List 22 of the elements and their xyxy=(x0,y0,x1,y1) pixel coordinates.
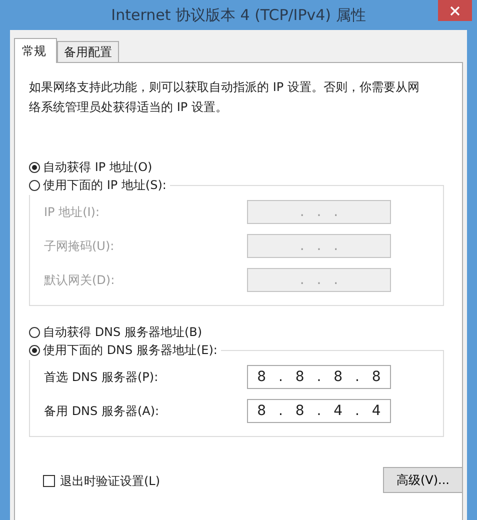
radio-button[interactable] xyxy=(29,344,40,356)
radio-button[interactable] xyxy=(29,180,40,190)
advanced-button[interactable]: 高级(V)... xyxy=(383,467,463,493)
ip-address-field[interactable]: 8 . 8 . 8 . 8 xyxy=(247,365,391,389)
close-icon xyxy=(450,6,460,16)
tab[interactable]: 常规 xyxy=(14,38,57,63)
field-label: 备用 DNS 服务器(A): xyxy=(44,402,160,420)
radio-option[interactable]: 自动获得 IP 地址(O) xyxy=(29,157,152,177)
field-label: 默认网关(D): xyxy=(44,272,115,288)
window-title: Internet 协议版本 4 (TCP/IPv4) 属性 xyxy=(111,6,366,24)
checkbox[interactable] xyxy=(43,475,55,487)
field-label: 子网掩码(U): xyxy=(44,238,114,254)
description-text: 如果网络支持此功能，则可以获取自动指派的 IP 设置。否则，你需要从网络系统管理员处获得适当的 IP 设置。 xyxy=(29,79,420,116)
ip-address-field[interactable]: 8 . 8 . 4 . 4 xyxy=(247,399,391,423)
radio-button[interactable] xyxy=(29,162,40,172)
tab[interactable]: 备用配置 xyxy=(57,41,119,62)
checkbox-option[interactable]: 退出时验证设置(L) xyxy=(43,471,160,491)
close-button[interactable] xyxy=(438,0,472,21)
field-label: 首选 DNS 服务器(P): xyxy=(44,368,158,386)
field-label: IP 地址(I): xyxy=(44,204,100,220)
radio-button[interactable] xyxy=(29,326,40,338)
radio-option[interactable]: 自动获得 DNS 服务器地址(B) xyxy=(29,322,202,342)
